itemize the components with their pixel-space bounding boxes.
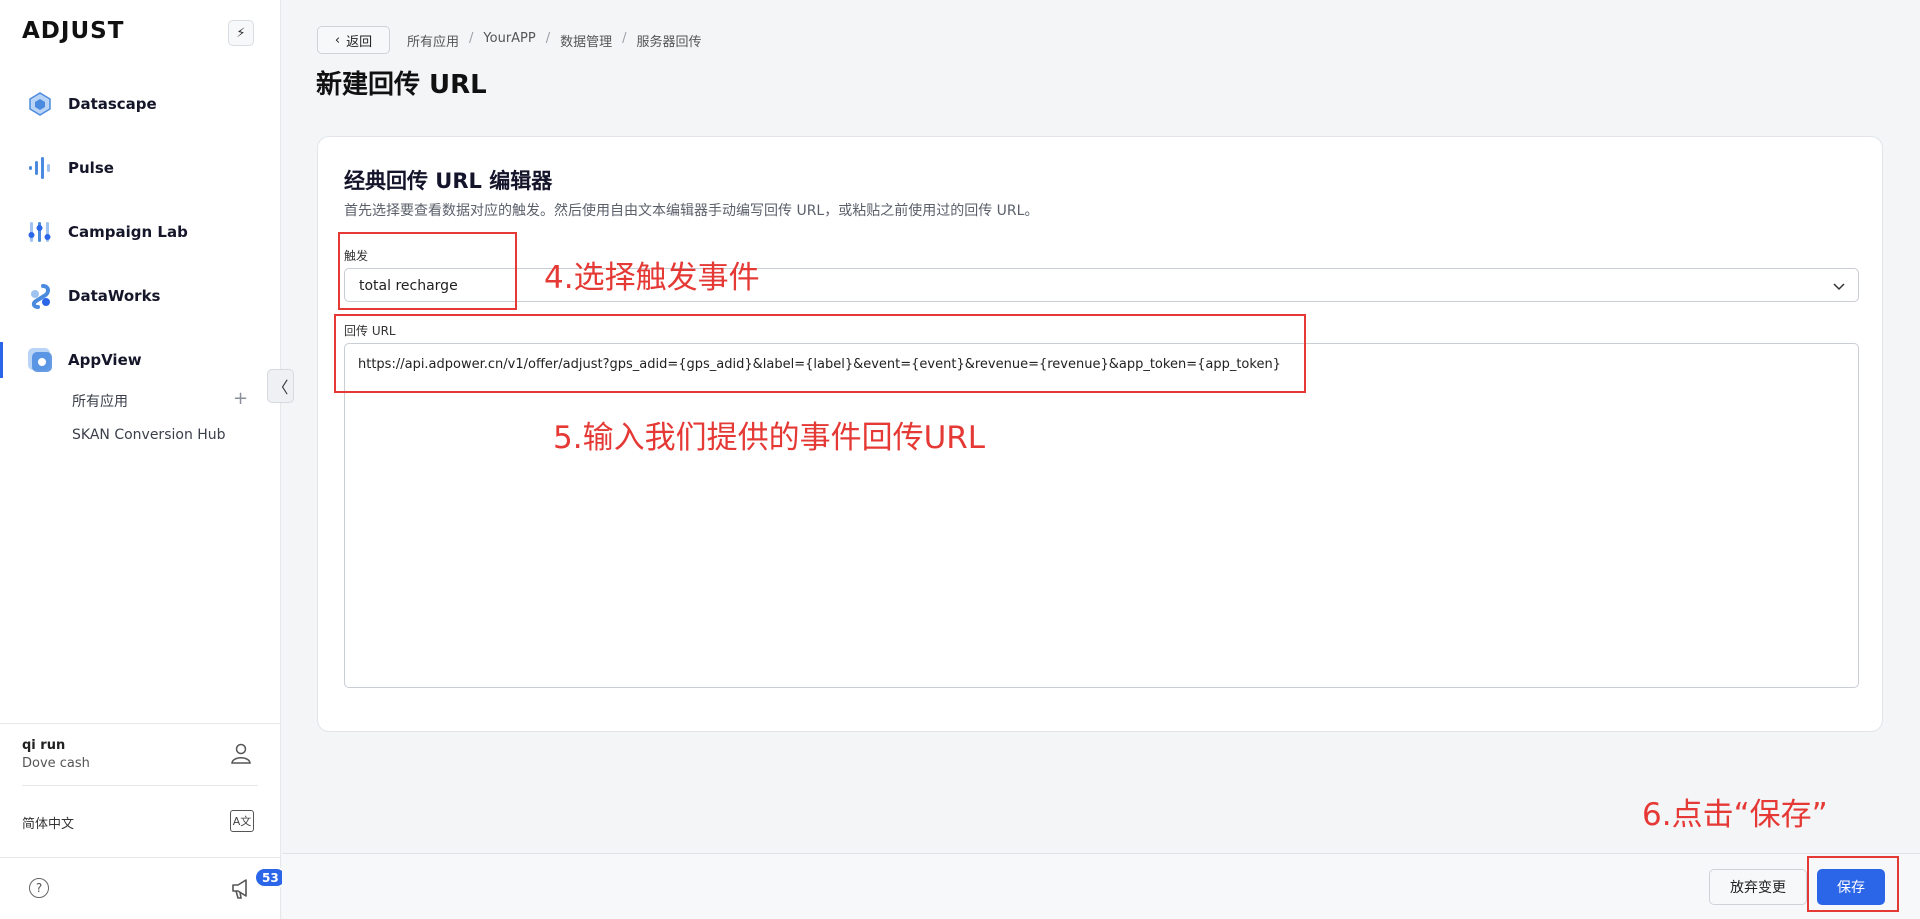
breadcrumb-separator: / (545, 31, 551, 46)
breadcrumb-separator: / (469, 31, 474, 46)
nav-item-dataworks[interactable]: DataWorks (0, 276, 281, 316)
back-button[interactable]: ‹ 返回 (317, 26, 390, 54)
nav-item-campaign-lab[interactable]: Campaign Lab (0, 212, 281, 252)
lightning-icon[interactable]: ⚡ (228, 20, 254, 46)
nav-label-datascape: Datascape (68, 95, 157, 113)
nav-item-pulse[interactable]: Pulse (0, 148, 281, 188)
nav-label-appview: AppView (68, 351, 142, 369)
user-icon[interactable] (230, 742, 252, 764)
trigger-label: 触发 (344, 249, 369, 263)
breadcrumb-separator: / (622, 31, 627, 46)
nav-label-pulse: Pulse (68, 159, 114, 177)
page-title: 新建回传 URL (316, 70, 487, 100)
chevron-left-icon: 〈 (272, 378, 289, 397)
help-icon[interactable]: ? (29, 878, 49, 898)
translate-icon[interactable]: A文 (230, 810, 254, 832)
megaphone-icon[interactable] (230, 876, 256, 900)
language-label[interactable]: 简体中文 (22, 813, 74, 832)
nav-label-campaign-lab: Campaign Lab (68, 223, 188, 241)
sub-item-skan-conversion-hub[interactable]: SKAN Conversion Hub (72, 427, 226, 443)
breadcrumb-item[interactable]: 所有应用 (407, 31, 459, 50)
user-org: Dove cash (22, 756, 90, 771)
editor-description: 首先选择要查看数据对应的触发。然后使用自由文本编辑器手动编写回传 URL，或粘贴… (344, 203, 1039, 219)
campaign-lab-icon (26, 218, 54, 246)
url-label: 回传 URL (344, 324, 396, 338)
sidebar-divider (22, 785, 258, 786)
sub-item-all-apps[interactable]: 所有应用 (72, 391, 128, 411)
datascape-icon (26, 90, 54, 118)
breadcrumb-item[interactable]: 服务器回传 (637, 31, 702, 50)
dataworks-icon (26, 282, 54, 310)
chevron-down-icon (1832, 278, 1846, 292)
discard-changes-button[interactable]: 放弃变更 (1709, 869, 1807, 905)
appview-icon (26, 346, 54, 374)
annotation-step6: 6.点击“保存” (1642, 797, 1828, 833)
breadcrumb-item[interactable]: 数据管理 (560, 31, 612, 50)
sidebar-divider (0, 723, 281, 724)
breadcrumb-item[interactable]: YourAPP (483, 31, 535, 50)
plus-icon[interactable]: + (233, 388, 248, 409)
action-footer (282, 853, 1920, 919)
breadcrumb: 所有应用 / YourAPP / 数据管理 / 服务器回传 (407, 31, 702, 50)
annotation-step4: 4.选择触发事件 (544, 260, 760, 296)
nav-item-datascape[interactable]: Datascape (0, 84, 281, 124)
nav-item-appview[interactable]: AppView (0, 340, 281, 380)
pulse-icon (26, 154, 54, 182)
chevron-left-icon: ‹ (334, 32, 341, 48)
save-button[interactable]: 保存 (1817, 869, 1885, 905)
sidebar-divider (0, 857, 281, 858)
editor-card: 经典回传 URL 编辑器 首先选择要查看数据对应的触发。然后使用自由文本编辑器手… (317, 136, 1883, 732)
user-name: qi run (22, 738, 66, 753)
collapse-sidebar-button[interactable]: 〈 (267, 369, 294, 403)
annotation-step5: 5.输入我们提供的事件回传URL (553, 420, 986, 456)
nav-label-dataworks: DataWorks (68, 287, 161, 305)
editor-title: 经典回传 URL 编辑器 (344, 169, 553, 193)
trigger-select-value: total recharge (359, 278, 458, 294)
adjust-logo[interactable]: ADJUST (22, 18, 124, 44)
back-button-label: 返回 (346, 34, 373, 50)
logo-row: ADJUST ⚡ (22, 18, 258, 48)
postback-url-textarea[interactable] (344, 343, 1859, 688)
sidebar: ADJUST ⚡ Datascape Pulse Campaign Lab Da… (0, 0, 287, 919)
